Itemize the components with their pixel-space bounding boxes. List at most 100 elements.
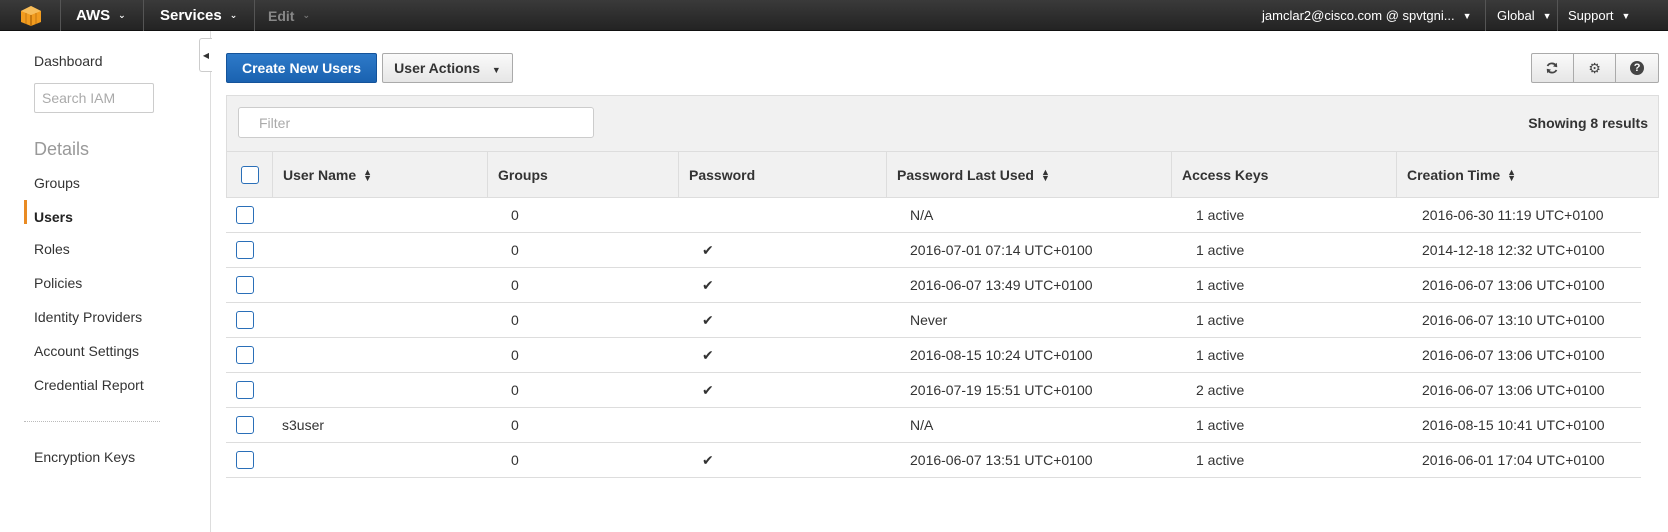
sidebar-item-users[interactable]: Users <box>34 209 73 225</box>
row-checkbox[interactable] <box>236 346 254 364</box>
access-keys-cell: 1 active <box>1196 233 1244 267</box>
column-header-user-name[interactable]: User Name ▲ ▼ <box>273 152 488 197</box>
table-row[interactable]: 0 ✔ 2016-06-07 13:49 UTC+0100 1 active 2016-… <box>226 268 1641 303</box>
column-header-label: User Name <box>283 166 357 183</box>
groups-cell: 0 <box>511 198 519 232</box>
access-keys-cell: 1 active <box>1196 198 1244 232</box>
column-header-label: Password <box>689 166 756 183</box>
help-icon: ? <box>1630 61 1645 75</box>
password-last-used-text: 2016-07-01 07:14 UTC+0100 <box>910 242 1093 258</box>
help-button[interactable]: ? <box>1616 53 1659 83</box>
groups-cell: 0 <box>511 408 519 442</box>
access-keys-text: 1 active <box>1196 242 1245 258</box>
region-menu-label: Global <box>1497 8 1535 23</box>
table-row[interactable]: 0 ✔ Never 1 active 2016-06-07 13:10 UTC+0100 <box>226 303 1641 338</box>
row-checkbox-cell <box>236 443 254 477</box>
access-keys-text: 1 active <box>1196 452 1245 468</box>
sidebar-item-encryption-keys[interactable]: Encryption Keys <box>34 449 135 465</box>
sidebar-item-credential-report[interactable]: Credential Report <box>34 377 144 393</box>
row-checkbox[interactable] <box>236 241 254 259</box>
chevron-left-icon: ◀ <box>202 50 210 60</box>
support-menu[interactable]: Support ▼ <box>1568 0 1630 31</box>
region-menu[interactable]: Global ▼ <box>1497 0 1552 31</box>
table-row[interactable]: 0 N/A 1 active 2016-06-30 11:19 UTC+0100 <box>226 198 1641 233</box>
row-checkbox[interactable] <box>236 311 254 329</box>
column-header-label: Password Last Used <box>897 166 1034 183</box>
search-iam-input[interactable] <box>34 83 154 113</box>
filter-input[interactable] <box>238 107 594 138</box>
column-header-access-keys[interactable]: Access Keys <box>1172 152 1397 197</box>
creation-time-text: 2016-06-07 13:10 UTC+0100 <box>1422 312 1605 328</box>
row-checkbox-cell <box>236 268 254 302</box>
user-actions-dropdown[interactable]: User Actions ▼ <box>382 53 513 83</box>
aws-cube-logo-icon[interactable] <box>20 0 42 31</box>
groups-text: 0 <box>511 382 519 398</box>
sidebar-item-roles[interactable]: Roles <box>34 241 70 257</box>
chevron-down-icon: ⌄ <box>229 10 238 20</box>
collapse-sidebar-button[interactable]: ◀ <box>199 38 212 72</box>
row-checkbox[interactable] <box>236 416 254 434</box>
sidebar-item-dashboard[interactable]: Dashboard <box>34 53 103 69</box>
password-enabled-check-icon: ✔ <box>702 241 714 258</box>
column-header-groups[interactable]: Groups <box>488 152 679 197</box>
table-row[interactable]: s3user 0 N/A 1 active 2016-08-15 10:41 UTC+0… <box>226 408 1641 443</box>
sidebar: Dashboard Details Groups Users Roles Pol… <box>0 31 211 532</box>
table-row[interactable]: 0 ✔ 2016-07-19 15:51 UTC+0100 2 active 2016-… <box>226 373 1641 408</box>
refresh-button[interactable] <box>1531 53 1574 83</box>
column-header-creation-time[interactable]: Creation Time ▲ ▼ <box>1397 152 1658 197</box>
groups-text: 0 <box>511 417 519 433</box>
groups-text: 0 <box>511 242 519 258</box>
password-cell: ✔ <box>702 303 714 337</box>
edit-menu[interactable]: Edit ⌄ <box>268 0 310 31</box>
password-last-used-text: 2016-06-07 13:49 UTC+0100 <box>910 277 1093 293</box>
table-row[interactable]: 0 ✔ 2016-06-07 13:51 UTC+0100 1 active 2016-… <box>226 443 1641 478</box>
sidebar-item-identity-providers[interactable]: Identity Providers <box>34 309 142 325</box>
sort-icon: ▲ ▼ <box>1507 166 1517 183</box>
column-header-label: Creation Time <box>1407 166 1501 183</box>
settings-button[interactable]: ⚙ <box>1573 53 1617 83</box>
password-last-used-cell: Never <box>910 303 947 337</box>
caret-down-icon: ▼ <box>1621 10 1631 21</box>
grid-tools: ⚙ ? <box>1531 53 1659 83</box>
edit-menu-label: Edit <box>268 7 295 24</box>
user-name-cell: s3user <box>282 408 324 442</box>
column-header-password-last-used[interactable]: Password Last Used ▲ ▼ <box>887 152 1172 197</box>
creation-time-cell: 2014-12-18 12:32 UTC+0100 <box>1422 233 1605 267</box>
user-actions-label: User Actions <box>394 60 481 76</box>
table-header: User Name ▲ ▼ Groups Password Password La… <box>226 151 1659 198</box>
row-checkbox[interactable] <box>236 206 254 224</box>
creation-time-text: 2016-06-07 13:06 UTC+0100 <box>1422 277 1605 293</box>
chevron-down-icon: ⌄ <box>118 10 126 20</box>
row-checkbox[interactable] <box>236 381 254 399</box>
password-cell: ✔ <box>702 373 714 407</box>
sidebar-item-policies[interactable]: Policies <box>34 275 82 291</box>
groups-text: 0 <box>511 347 519 363</box>
access-keys-cell: 1 active <box>1196 443 1244 477</box>
password-enabled-check-icon: ✔ <box>702 346 714 363</box>
account-menu[interactable]: jamclar2@cisco.com @ spvtgni... ▼ <box>1262 0 1471 31</box>
password-enabled-check-icon: ✔ <box>702 276 714 293</box>
create-new-users-button[interactable]: Create New Users <box>226 53 377 83</box>
password-enabled-check-icon: ✔ <box>702 451 714 468</box>
sidebar-item-account-settings[interactable]: Account Settings <box>34 343 139 359</box>
sidebar-divider <box>24 421 160 422</box>
aws-menu[interactable]: AWS ⌄ <box>76 0 126 31</box>
table-row[interactable]: 0 ✔ 2016-08-15 10:24 UTC+0100 1 active 2016-… <box>226 338 1641 373</box>
row-checkbox[interactable] <box>236 451 254 469</box>
creation-time-text: 2016-06-30 11:19 UTC+0100 <box>1422 207 1604 223</box>
column-header-password[interactable]: Password <box>679 152 887 197</box>
services-menu[interactable]: Services ⌄ <box>160 0 237 31</box>
support-menu-label: Support <box>1568 8 1614 23</box>
table-row[interactable]: 0 ✔ 2016-07-01 07:14 UTC+0100 1 active 2014-… <box>226 233 1641 268</box>
access-keys-cell: 2 active <box>1196 373 1244 407</box>
row-checkbox-cell <box>236 233 254 267</box>
sidebar-item-groups[interactable]: Groups <box>34 175 80 191</box>
groups-cell: 0 <box>511 303 519 337</box>
password-last-used-cell: N/A <box>910 408 933 442</box>
select-all-checkbox[interactable] <box>240 165 259 184</box>
row-checkbox-cell <box>236 198 254 232</box>
row-checkbox[interactable] <box>236 276 254 294</box>
password-cell: ✔ <box>702 443 714 477</box>
topbar-divider <box>1557 0 1558 31</box>
account-menu-label: jamclar2@cisco.com @ spvtgni... <box>1262 8 1455 23</box>
